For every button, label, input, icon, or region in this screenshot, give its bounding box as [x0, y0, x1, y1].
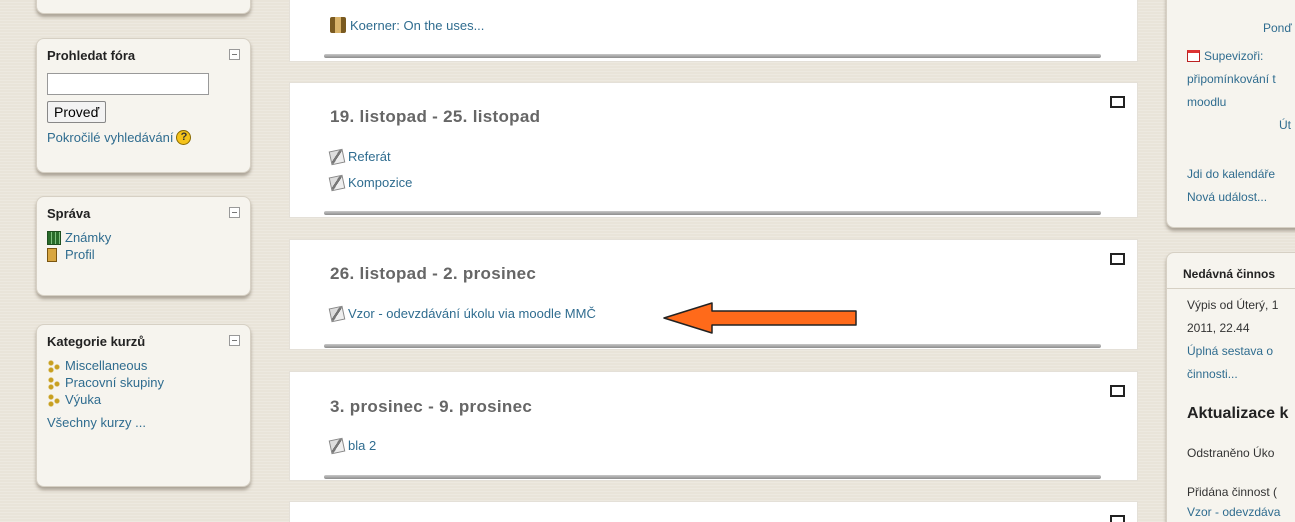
- course-section-next: [289, 501, 1138, 522]
- admin-item-label[interactable]: Profil: [65, 247, 95, 262]
- section-separator: [324, 211, 1101, 215]
- section-title: 3. prosinec - 9. prosinec: [330, 397, 533, 416]
- activity-item[interactable]: Vzor - odevzdávání úkolu via moodle MMČ: [328, 305, 596, 322]
- admin-block: Správa Známky Profil: [36, 196, 251, 296]
- activity-link[interactable]: Kompozice: [348, 175, 412, 190]
- block-header: Kategorie kurzů: [37, 325, 250, 355]
- highlight-toggle-icon[interactable]: [1110, 96, 1125, 108]
- assignment-icon: [328, 305, 346, 322]
- category-label[interactable]: Výuka: [65, 392, 101, 407]
- top-partial-block: [36, 0, 251, 14]
- collapse-icon[interactable]: [229, 49, 240, 60]
- category-icon: [47, 375, 61, 390]
- block-header: Správa: [37, 197, 250, 227]
- calendar-day-label: Ponď: [1263, 21, 1292, 35]
- activity-item[interactable]: Koerner: On the uses...: [330, 17, 484, 33]
- calendar-icon: [1187, 50, 1200, 62]
- activity-link[interactable]: Referát: [348, 149, 391, 164]
- admin-title: Správa: [47, 206, 91, 221]
- calendar-day-label: Út: [1279, 118, 1291, 132]
- category-icon: [47, 358, 61, 373]
- search-button[interactable]: Proveď: [47, 101, 107, 123]
- category-label[interactable]: Pracovní skupiny: [65, 375, 164, 390]
- category-item-vyuka[interactable]: Výuka: [47, 391, 240, 408]
- help-icon[interactable]: ?: [176, 130, 192, 145]
- calendar-event-link[interactable]: moodlu: [1187, 95, 1226, 109]
- search-input[interactable]: [47, 73, 209, 95]
- admin-item-label[interactable]: Známky: [65, 230, 111, 245]
- section-separator: [324, 475, 1101, 479]
- activity-item[interactable]: Referát: [328, 148, 391, 165]
- added-activity-link[interactable]: Vzor - odevzdáva: [1187, 505, 1280, 519]
- block-header: Prohledat fóra: [37, 39, 250, 69]
- full-report-link[interactable]: Úplná sestava o: [1187, 344, 1273, 358]
- goto-calendar-link[interactable]: Jdi do kalendáře: [1187, 167, 1275, 181]
- categories-title: Kategorie kurzů: [47, 334, 146, 349]
- calendar-block: Ponď Supevizoři: připomínkování t moodlu…: [1166, 0, 1295, 228]
- admin-item-grades[interactable]: Známky: [47, 229, 240, 246]
- section-title: 26. listopad - 2. prosinec: [330, 264, 537, 283]
- profile-icon: [47, 247, 57, 262]
- category-item-miscellaneous[interactable]: Miscellaneous: [47, 357, 240, 374]
- highlight-toggle-icon[interactable]: [1110, 385, 1125, 397]
- collapse-icon[interactable]: [229, 207, 240, 218]
- update-added-text: Přidána činnost (: [1187, 485, 1278, 499]
- highlight-toggle-icon[interactable]: [1110, 515, 1125, 522]
- category-item-pracovni-skupiny[interactable]: Pracovní skupiny: [47, 374, 240, 391]
- full-report-link[interactable]: činnosti...: [1187, 367, 1238, 381]
- updates-heading: Aktualizace k: [1187, 405, 1289, 422]
- section-separator: [324, 344, 1101, 348]
- calendar-event[interactable]: Supevizoři:: [1187, 49, 1263, 63]
- section-title: 19. listopad - 25. listopad: [330, 107, 541, 126]
- activity-link[interactable]: Vzor - odevzdávání úkolu via moodle MMČ: [348, 306, 596, 321]
- assignment-icon: [328, 148, 346, 165]
- admin-item-profile[interactable]: Profil: [47, 246, 240, 263]
- course-categories-block: Kategorie kurzů Miscellaneous Pracovní s…: [36, 324, 251, 487]
- highlight-toggle-icon[interactable]: [1110, 253, 1125, 265]
- activity-link[interactable]: Koerner: On the uses...: [350, 18, 484, 33]
- section-separator: [324, 54, 1101, 58]
- calendar-event-link[interactable]: Supevizoři:: [1204, 49, 1263, 63]
- assignment-icon: [328, 174, 346, 191]
- divider: [1167, 288, 1295, 289]
- calendar-event-link[interactable]: připomínkování t: [1187, 72, 1276, 86]
- arrow-annotation: [663, 302, 857, 334]
- update-removed-text: Odstraněno Úko: [1187, 446, 1275, 460]
- category-label[interactable]: Miscellaneous: [65, 358, 147, 373]
- collapse-icon[interactable]: [229, 335, 240, 346]
- recent-since-text: 2011, 22.44: [1187, 321, 1250, 335]
- category-icon: [47, 392, 61, 407]
- reader-icon: [330, 17, 346, 33]
- course-section-week: 19. listopad - 25. listopad Referát Komp…: [289, 82, 1138, 218]
- recent-activity-block: Nedávná činnos Výpis od Úterý, 1 2011, 2…: [1166, 252, 1295, 522]
- course-section-top: Koerner: On the uses...: [289, 0, 1138, 62]
- search-forums-block: Prohledat fóra Proveď Pokročilé vyhledáv…: [36, 38, 251, 173]
- new-event-link[interactable]: Nová událost...: [1187, 190, 1267, 204]
- course-section-week: 3. prosinec - 9. prosinec bla 2: [289, 371, 1138, 481]
- assignment-icon: [328, 437, 346, 454]
- search-forums-title: Prohledat fóra: [47, 48, 136, 63]
- activity-item[interactable]: bla 2: [328, 437, 376, 454]
- advanced-search-link[interactable]: Pokročilé vyhledávání: [47, 130, 173, 145]
- activity-link[interactable]: bla 2: [348, 438, 376, 453]
- grades-icon: [47, 230, 61, 245]
- all-courses-link[interactable]: Všechny kurzy ...: [47, 415, 146, 430]
- activity-item[interactable]: Kompozice: [328, 174, 412, 191]
- recent-since-text: Výpis od Úterý, 1: [1187, 298, 1279, 312]
- recent-activity-title: Nedávná činnos: [1183, 267, 1276, 281]
